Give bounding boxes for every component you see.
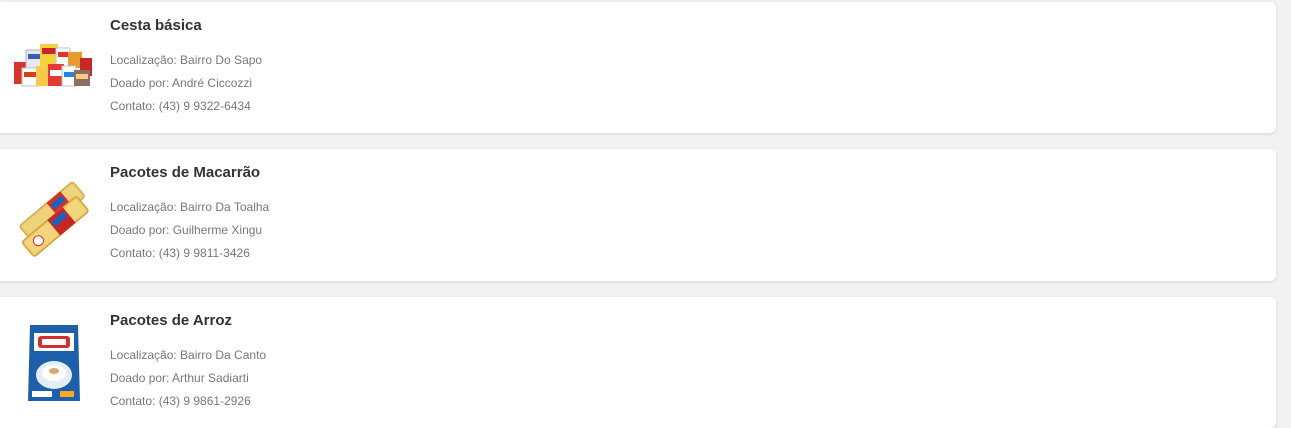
donation-list: Cesta básica Localização: Bairro Do Sapo… [0,2,1276,428]
donation-info: Pacotes de Macarrão Localização: Bairro … [110,164,269,265]
rice-package-icon [12,321,96,405]
donation-location: Localização: Bairro Da Toalha [110,200,270,214]
donation-title: Cesta básica [110,17,202,34]
donation-donor: Doado por: Guilherme Xingu [110,223,263,237]
grocery-basket-icon [12,26,96,110]
donation-contact: Contato: (43) 9 9861-2926 [110,394,251,408]
donation-card[interactable]: Pacotes de Macarrão Localização: Bairro … [0,149,1276,281]
donation-title: Pacotes de Macarrão [110,164,261,181]
donation-contact: Contato: (43) 9 9811-3426 [110,246,250,260]
donation-card[interactable]: Pacotes de Arroz Localização: Bairro Da … [0,297,1276,428]
donation-donor: Doado por: André Ciccozzi [110,76,253,90]
donation-contact: Contato: (43) 9 9322-6434 [110,99,251,113]
donation-location: Localização: Bairro Do Sapo [110,53,263,67]
donation-location: Localização: Bairro Da Canto [110,348,267,362]
pasta-package-icon [12,173,96,257]
donation-title: Pacotes de Arroz [110,312,232,329]
donation-info: Pacotes de Arroz Localização: Bairro Da … [110,312,266,413]
donation-donor: Doado por: Arthur Sadiarti [110,371,249,385]
donation-info: Cesta básica Localização: Bairro Do Sapo… [110,17,262,118]
donation-card[interactable]: Cesta básica Localização: Bairro Do Sapo… [0,2,1276,133]
